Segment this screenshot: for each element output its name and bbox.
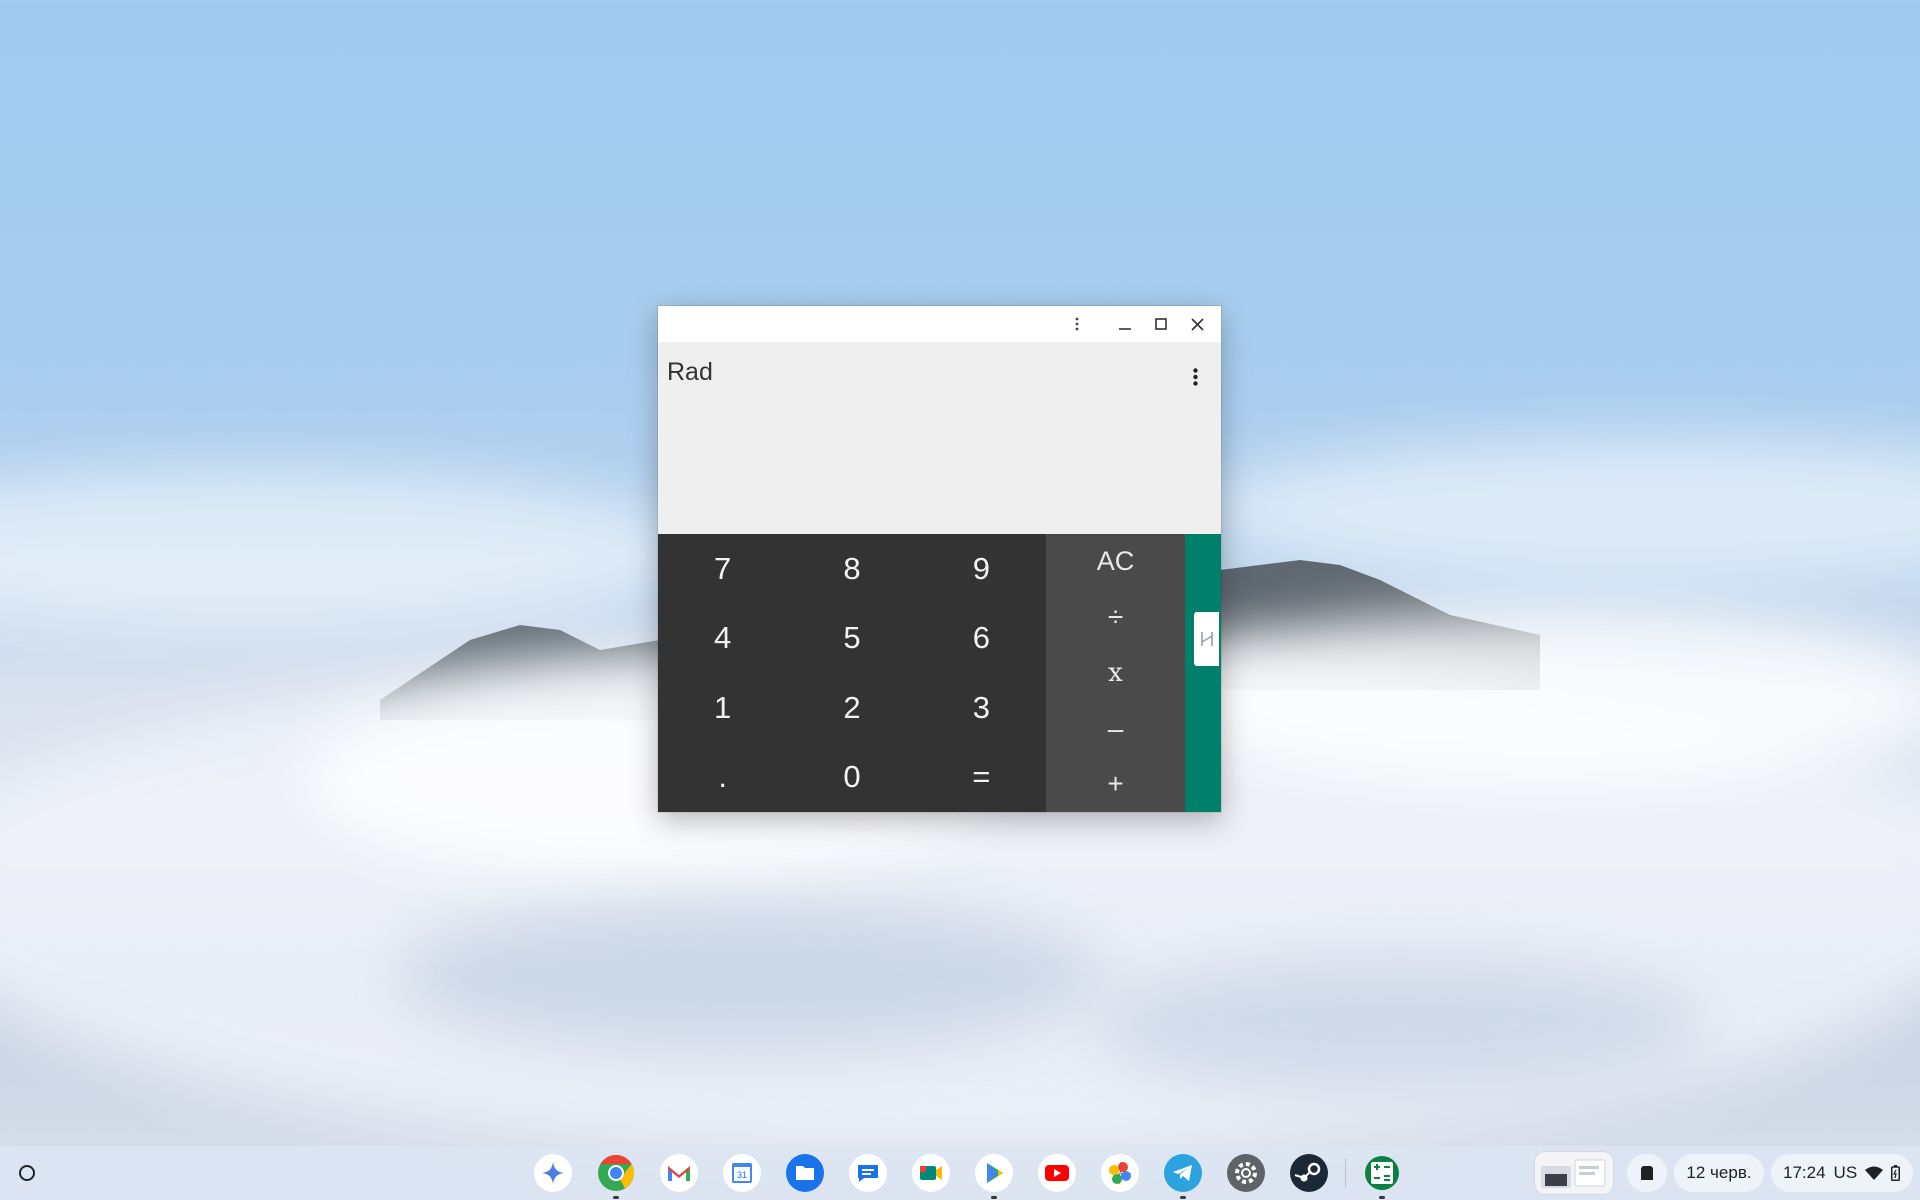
shelf-app-youtube[interactable] [1036, 1152, 1078, 1194]
wifi-icon [1865, 1166, 1884, 1180]
date-label: 12 черв. [1686, 1163, 1752, 1182]
calendar-date-label: 31 [737, 1170, 747, 1180]
key-3[interactable]: 3 [917, 673, 1046, 743]
shelf-app-messages[interactable] [847, 1152, 889, 1194]
shelf-app-telegram[interactable] [1162, 1152, 1204, 1199]
shelf-app-settings[interactable] [1225, 1152, 1267, 1194]
running-indicator [1180, 1196, 1186, 1199]
running-indicator [991, 1196, 997, 1199]
angle-mode-label: Rad [667, 358, 713, 386]
shelf-app-calendar[interactable]: 31 [721, 1152, 763, 1194]
shelf-app-meet[interactable] [910, 1152, 952, 1194]
files-icon [786, 1154, 824, 1192]
launcher-button[interactable] [13, 1159, 41, 1187]
key-4[interactable]: 4 [658, 604, 787, 674]
shelf-app-files[interactable] [784, 1152, 826, 1194]
shelf-app-steam[interactable] [1288, 1152, 1330, 1194]
operator-pad: AC ÷ x – + [1046, 534, 1185, 812]
advanced-panel-handle[interactable] [1194, 612, 1219, 666]
window-titlebar [658, 306, 1221, 342]
chrome-icon [598, 1155, 635, 1191]
calculator-keypad: 7 8 9 4 5 6 1 2 3 . 0 = AC ÷ x – + [658, 534, 1221, 812]
minimize-button[interactable] [1107, 306, 1143, 342]
telegram-icon [1164, 1154, 1202, 1192]
meet-icon [912, 1154, 950, 1192]
shelf: 31 12 черв. 17:24 US [0, 1146, 1920, 1200]
advanced-functions-icon [1200, 632, 1213, 646]
key-1[interactable]: 1 [658, 673, 787, 743]
key-equals[interactable]: = [917, 743, 1046, 813]
more-vert-icon [1192, 368, 1198, 386]
photos-icon [1101, 1154, 1139, 1192]
key-multiply[interactable]: x [1046, 645, 1185, 701]
keyboard-layout-label: US [1833, 1163, 1858, 1182]
key-2[interactable]: 2 [787, 673, 916, 743]
key-8[interactable]: 8 [787, 534, 916, 604]
launcher-icon [19, 1165, 35, 1181]
close-button[interactable] [1179, 306, 1215, 342]
battery-icon [1891, 1165, 1901, 1181]
holding-space-icon [1541, 1159, 1606, 1188]
calculator-menu-button[interactable] [1187, 362, 1203, 392]
key-add[interactable]: + [1046, 756, 1185, 812]
calculator-display: Rad [658, 342, 1221, 534]
running-indicator [613, 1196, 619, 1199]
status-area[interactable]: 17:24 US [1771, 1154, 1913, 1192]
calculator-icon [1365, 1156, 1399, 1190]
key-all-clear[interactable]: AC [1046, 534, 1185, 590]
close-icon [1190, 317, 1204, 331]
time-label: 17:24 [1783, 1163, 1826, 1182]
shelf-app-play-store[interactable] [973, 1152, 1015, 1199]
key-subtract[interactable]: – [1046, 701, 1185, 757]
settings-icon [1227, 1154, 1265, 1192]
running-indicator [1379, 1196, 1385, 1199]
calendar-icon: 31 [723, 1154, 761, 1192]
more-vert-icon [1075, 317, 1079, 331]
shelf-divider [1345, 1158, 1346, 1188]
key-9[interactable]: 9 [917, 534, 1046, 604]
key-decimal[interactable]: . [658, 743, 787, 813]
key-6[interactable]: 6 [917, 604, 1046, 674]
messages-icon [849, 1154, 887, 1192]
maximize-button[interactable] [1143, 306, 1179, 342]
shelf-app-gemini[interactable] [532, 1152, 574, 1194]
maximize-icon [1155, 318, 1167, 330]
clipboard-tray-button[interactable] [1627, 1154, 1667, 1192]
gmail-icon [660, 1154, 698, 1192]
minimize-icon [1119, 328, 1131, 330]
calculator-window: Rad 7 8 9 4 5 6 1 2 3 . 0 = AC ÷ x – + [658, 306, 1221, 812]
key-7[interactable]: 7 [658, 534, 787, 604]
shelf-app-calculator[interactable] [1361, 1152, 1403, 1199]
advanced-functions-panel[interactable] [1185, 534, 1221, 812]
youtube-icon [1038, 1154, 1076, 1192]
holding-space-preview[interactable] [1535, 1152, 1613, 1194]
key-divide[interactable]: ÷ [1046, 590, 1185, 646]
shelf-app-photos[interactable] [1099, 1152, 1141, 1194]
digit-pad: 7 8 9 4 5 6 1 2 3 . 0 = [658, 534, 1046, 812]
pinned-apps: 31 [532, 1152, 1403, 1199]
date-tray[interactable]: 12 черв. [1674, 1154, 1764, 1192]
window-menu-button[interactable] [1059, 306, 1095, 342]
key-0[interactable]: 0 [787, 743, 916, 813]
play-store-icon [975, 1154, 1013, 1192]
shelf-app-chrome[interactable] [595, 1152, 637, 1199]
shelf-app-gmail[interactable] [658, 1152, 700, 1194]
gemini-icon [534, 1154, 572, 1192]
clipboard-icon [1641, 1166, 1653, 1180]
steam-icon [1290, 1154, 1328, 1192]
key-5[interactable]: 5 [787, 604, 916, 674]
